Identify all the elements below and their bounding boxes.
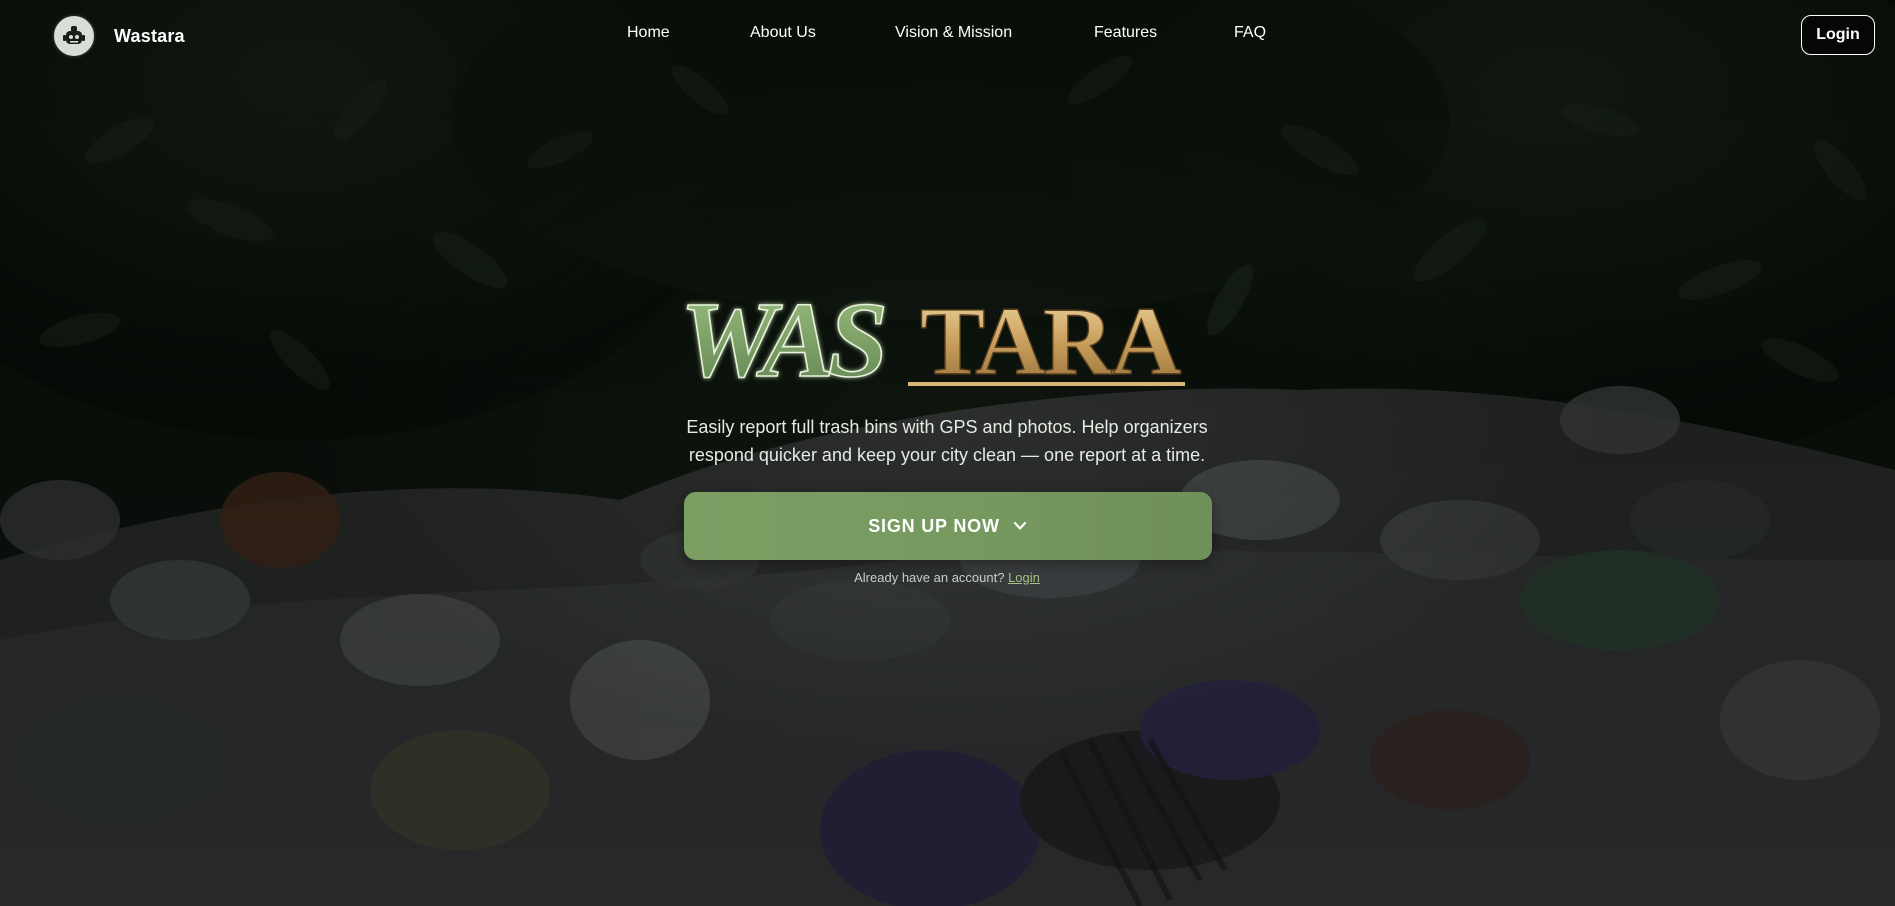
signup-button-label: SIGN UP NOW [868, 515, 1000, 536]
nav-features-link[interactable]: Features [1094, 24, 1157, 42]
tagline-line-1: Easily report full trash bins with GPS a… [686, 417, 1208, 437]
account-prompt-line: Already have an account? Login [747, 570, 1147, 585]
nav-faq-link[interactable]: FAQ [1234, 24, 1266, 42]
account-prompt-text: Already have an account? [854, 570, 1009, 585]
robot-mascot-icon [52, 14, 96, 58]
wastara-wordmark: WAS TARA [680, 280, 1185, 400]
signup-button[interactable]: SIGN UP NOW [684, 492, 1212, 560]
wordmark-part-was: WAS [680, 281, 884, 400]
hero-tagline: Easily report full trash bins with GPS a… [597, 413, 1297, 469]
navbar: Wastara Home About Us Vision & Mission F… [0, 0, 1895, 72]
wordmark-part-tara: TARA [920, 288, 1182, 396]
brand-link[interactable]: Wastara [52, 14, 185, 58]
nav-vision-mission-link[interactable]: Vision & Mission [895, 24, 1012, 42]
tagline-line-2: respond quicker and keep your city clean… [688, 445, 1206, 465]
nav-about-link[interactable]: About Us [750, 24, 816, 42]
nav-home-link[interactable]: Home [627, 24, 670, 42]
brand-name: Wastara [114, 25, 185, 46]
hero-login-link[interactable]: Login [1008, 570, 1040, 585]
chevron-down-icon [1013, 521, 1026, 530]
hero-section: Wastara Home About Us Vision & Mission F… [0, 0, 1895, 906]
login-button[interactable]: Login [1801, 15, 1875, 55]
